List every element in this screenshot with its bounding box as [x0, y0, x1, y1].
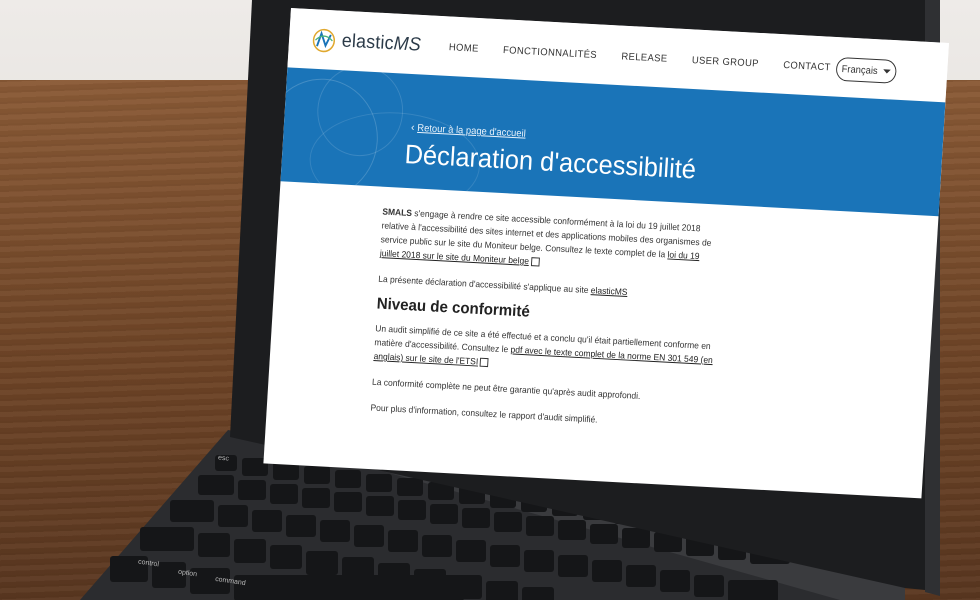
page-content: SMALS s'engage à rendre ce site accessib… [369, 205, 721, 445]
nav-user-group[interactable]: USER GROUP [692, 55, 760, 69]
logo-text-suffix: MS [393, 33, 422, 56]
nav-release[interactable]: RELEASE [621, 51, 668, 64]
nav-home[interactable]: HOME [449, 42, 479, 54]
conformity-paragraph: La conformité complète ne peut être gara… [371, 376, 641, 402]
logo-text: elasticMS [341, 31, 421, 57]
logo-text-main: elastic [341, 30, 395, 55]
intro-paragraph: SMALS s'engage à rendre ce site accessib… [379, 205, 721, 278]
org-name: SMALS [382, 206, 413, 219]
main-menu: HOME FONCTIONNALITÉS RELEASE USER GROUP … [449, 42, 831, 73]
external-link-icon [479, 357, 489, 368]
nav-fonctionnalites[interactable]: FONCTIONNALITÉS [503, 45, 598, 61]
external-link-icon [530, 257, 540, 267]
scope-text: La présente déclaration d'accessibilité … [378, 273, 592, 296]
browser-screen: elasticMS HOME FONCTIONNALITÉS RELEASE U… [263, 8, 949, 499]
audit-paragraph: Un audit simplifié de ce site a été effe… [373, 321, 714, 381]
elasticms-link[interactable]: elasticMS [591, 285, 628, 297]
chevron-left-icon: ‹ [410, 121, 415, 134]
language-label: Français [841, 63, 879, 77]
info-paragraph: Pour plus d'information, consultez le ra… [370, 402, 598, 425]
site-logo[interactable]: elasticMS [311, 27, 422, 59]
chevron-down-icon [883, 69, 891, 74]
nav-contact[interactable]: CONTACT [783, 60, 831, 73]
elasticms-logo-icon [312, 28, 336, 53]
language-selector[interactable]: Français [835, 56, 898, 84]
